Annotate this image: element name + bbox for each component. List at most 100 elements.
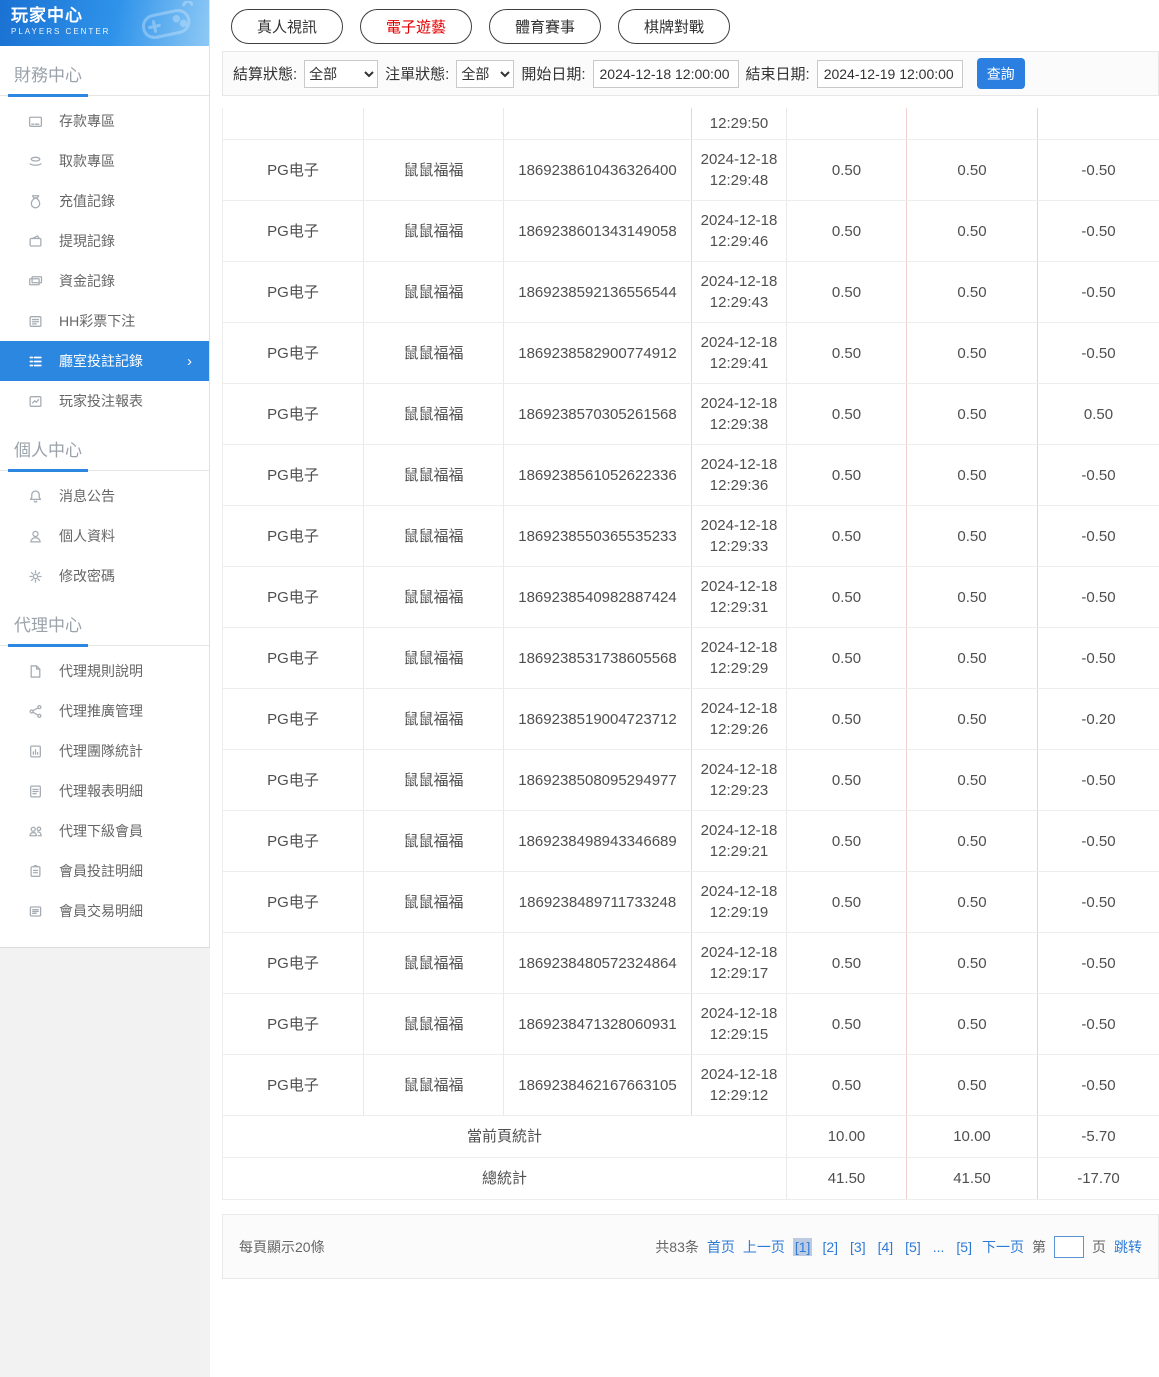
cell-provider: PG电子: [222, 627, 364, 689]
jump-button[interactable]: 跳转: [1114, 1237, 1142, 1257]
member-bet-detail-icon: [27, 863, 44, 880]
cell-provider: PG电子: [222, 383, 364, 445]
start-date-input[interactable]: [592, 59, 739, 88]
next-page-link[interactable]: 下一页: [982, 1237, 1024, 1257]
sidebar-item[interactable]: 會員投註明細: [0, 851, 209, 891]
cell-order-id: 1869238570305261568: [503, 383, 692, 445]
total-count-label: 共83条: [655, 1238, 699, 1255]
table-row: PG电子 鼠鼠福福 1869238610436326400 2024-12-18 12…: [222, 139, 1159, 201]
page-link[interactable]: ...: [931, 1238, 947, 1256]
withdrawal-record-icon: [27, 233, 44, 250]
tab-active[interactable]: 電子遊藝: [360, 9, 473, 44]
tab-item[interactable]: 棋牌對戰: [618, 9, 731, 44]
summary-row: 當前頁統計 10.00 10.00 -5.70: [222, 1115, 1159, 1158]
prev-page-link[interactable]: 上一页: [743, 1237, 785, 1257]
cell-win-loss: -0.50: [1037, 444, 1159, 506]
chevron-right-icon: ›: [187, 352, 192, 370]
share-icon: [27, 703, 44, 720]
settle-status-select[interactable]: 全部: [304, 59, 379, 88]
sidebar-item[interactable]: HH彩票下注: [0, 301, 209, 341]
cell-order-id: 1869238519004723712: [503, 688, 692, 750]
page-link[interactable]: [5]: [954, 1238, 974, 1256]
tab-item[interactable]: 體育賽事: [489, 9, 602, 44]
search-button[interactable]: 查詢: [976, 58, 1025, 89]
page-link[interactable]: [4]: [876, 1238, 896, 1256]
sidebar-item[interactable]: 充值記錄: [0, 181, 209, 221]
page-link[interactable]: [2]: [820, 1238, 840, 1256]
sidebar-item[interactable]: 資金記錄: [0, 261, 209, 301]
sidebar-item-label: 代理下級會員: [59, 823, 143, 839]
cell-order-id: 1869238561052622336: [503, 444, 692, 506]
cell-game-name: 鼠鼠福福: [363, 749, 504, 811]
cell-bet-time: 2024-12-18 12:29:46: [691, 200, 787, 262]
cell-order-id: 1869238592136556544: [503, 261, 692, 323]
sidebar-section-title: 個人中心: [0, 421, 209, 472]
cell-game-name: 鼠鼠福福: [363, 688, 504, 750]
cell-provider: PG电子: [222, 444, 364, 506]
cell-win-loss: -0.50: [1037, 627, 1159, 689]
cell-game-name: 鼠鼠福福: [363, 1054, 504, 1116]
page-link[interactable]: [5]: [903, 1238, 923, 1256]
sidebar-item[interactable]: 代理團隊統計: [0, 731, 209, 771]
cell-win-loss: -0.50: [1037, 749, 1159, 811]
cell-valid-bet: 0.50: [906, 322, 1038, 384]
sidebar-item[interactable]: 代理報表明細: [0, 771, 209, 811]
cell-bet-amount: 0.50: [786, 627, 907, 689]
sidebar-section-title: 財務中心: [0, 46, 209, 97]
sidebar-item-label: 會員交易明細: [59, 903, 143, 919]
room-bet-record-icon: [27, 353, 44, 370]
first-page-link[interactable]: 首页: [707, 1237, 735, 1257]
sidebar-item-label: 取款專區: [59, 153, 115, 169]
sidebar-item-label: 代理團隊統計: [59, 743, 143, 759]
sidebar-item-label: 代理規則說明: [59, 663, 143, 679]
cell-game-name: 鼠鼠福福: [363, 993, 504, 1055]
settle-status-label: 結算狀態:: [233, 66, 298, 83]
sidebar-item-label: 代理報表明細: [59, 783, 143, 799]
main-content: 真人視訊 電子遊藝 體育賽事 棋牌對戰 結算狀態: 全部 注單狀態: 全部 開始日期:…: [210, 0, 1159, 1377]
table-row: 12:29:50: [222, 108, 1159, 140]
sidebar-item-label: 資金記錄: [59, 273, 115, 289]
sidebar-item[interactable]: 消息公告: [0, 476, 209, 516]
sidebar-item[interactable]: 修改密碼: [0, 556, 209, 596]
cell-game-name: 鼠鼠福福: [363, 322, 504, 384]
sidebar-item[interactable]: 代理下級會員: [0, 811, 209, 851]
cell-provider: PG电子: [222, 688, 364, 750]
cell-provider: PG电子: [222, 261, 364, 323]
cell-provider: PG电子: [222, 749, 364, 811]
sidebar-item-label: HH彩票下注: [59, 313, 136, 329]
cell-win-loss: -0.50: [1037, 566, 1159, 628]
cell-valid-bet: 0.50: [906, 627, 1038, 689]
sidebar-item[interactable]: 代理推廣管理: [0, 691, 209, 731]
page-size-label: 每頁顯示20條: [239, 1238, 325, 1255]
sidebar-item[interactable]: 會員交易明細: [0, 891, 209, 931]
sidebar-item[interactable]: 提現記錄: [0, 221, 209, 261]
cell-win-loss: -0.50: [1037, 505, 1159, 567]
table-row: PG电子 鼠鼠福福 1869238570305261568 2024-12-18 12…: [222, 383, 1159, 445]
end-date-input[interactable]: [816, 59, 963, 88]
sidebar-item[interactable]: 廳室投註記錄 ›: [0, 341, 209, 381]
cell-valid-bet: 0.50: [906, 505, 1038, 567]
cell-game-name: 鼠鼠福福: [363, 200, 504, 262]
sidebar-item[interactable]: 存款專區: [0, 101, 209, 141]
cell-bet-amount: 0.50: [786, 566, 907, 628]
rule-doc-icon: [27, 663, 44, 680]
sidebar-item[interactable]: 代理規則說明: [0, 651, 209, 691]
cell-valid-bet: 0.50: [906, 261, 1038, 323]
jump-page-input[interactable]: [1054, 1235, 1084, 1258]
cell-win-loss: -0.50: [1037, 871, 1159, 933]
cell-order-id: 1869238480572324864: [503, 932, 692, 994]
end-date-label: 結束日期:: [745, 66, 810, 83]
sidebar-item[interactable]: 個人資料: [0, 516, 209, 556]
tab-item[interactable]: 真人視訊: [231, 9, 344, 44]
cell-valid-bet: 0.50: [906, 810, 1038, 872]
bet-records-table-wrap: 12:29:50 PG电子 鼠鼠福福 1869238610436326400 2024-…: [222, 108, 1159, 1200]
cell-bet-time: 2024-12-18 12:29:41: [691, 322, 787, 384]
cell-provider: PG电子: [222, 505, 364, 567]
cell-win-loss: -0.50: [1037, 810, 1159, 872]
order-status-select[interactable]: 全部: [456, 59, 515, 88]
cell-valid-bet: 0.50: [906, 444, 1038, 506]
sidebar-item[interactable]: 玩家投注報表: [0, 381, 209, 421]
page-link[interactable]: [3]: [848, 1238, 868, 1256]
sidebar-item[interactable]: 取款專區: [0, 141, 209, 181]
page-link-current[interactable]: [1]: [792, 1237, 813, 1256]
